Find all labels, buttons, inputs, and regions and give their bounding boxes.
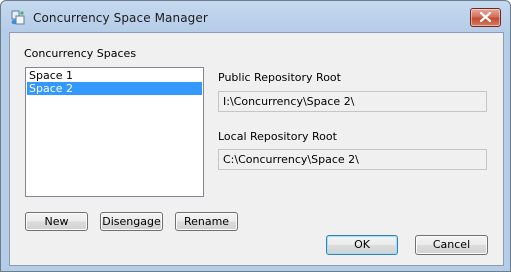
list-item-space-2[interactable]: Space 2 <box>27 82 202 95</box>
window-title: Concurrency Space Manager <box>33 11 208 25</box>
public-root-field[interactable]: I:\Concurrency\Space 2\ <box>218 91 487 112</box>
close-icon <box>480 12 491 22</box>
spaces-label: Concurrency Spaces <box>24 47 137 60</box>
close-button[interactable] <box>470 8 501 27</box>
disengage-button[interactable]: Disengage <box>100 212 163 231</box>
app-icon <box>10 10 26 26</box>
ok-button[interactable]: OK <box>326 235 398 255</box>
local-root-field[interactable]: C:\Concurrency\Space 2\ <box>218 149 487 170</box>
spaces-listbox[interactable]: Space 1 Space 2 <box>25 67 204 197</box>
dialog-client-area: Concurrency Spaces Space 1 Space 2 Publi… <box>9 32 504 266</box>
cancel-button[interactable]: Cancel <box>415 235 488 255</box>
rename-button[interactable]: Rename <box>175 212 238 231</box>
title-bar[interactable]: Concurrency Space Manager <box>1 1 510 34</box>
local-root-label: Local Repository Root <box>218 130 337 143</box>
dialog-window: Concurrency Space Manager Concurrency Sp… <box>0 0 511 272</box>
new-button[interactable]: New <box>25 212 88 231</box>
list-item-space-1[interactable]: Space 1 <box>27 69 202 82</box>
public-root-label: Public Repository Root <box>218 71 341 84</box>
